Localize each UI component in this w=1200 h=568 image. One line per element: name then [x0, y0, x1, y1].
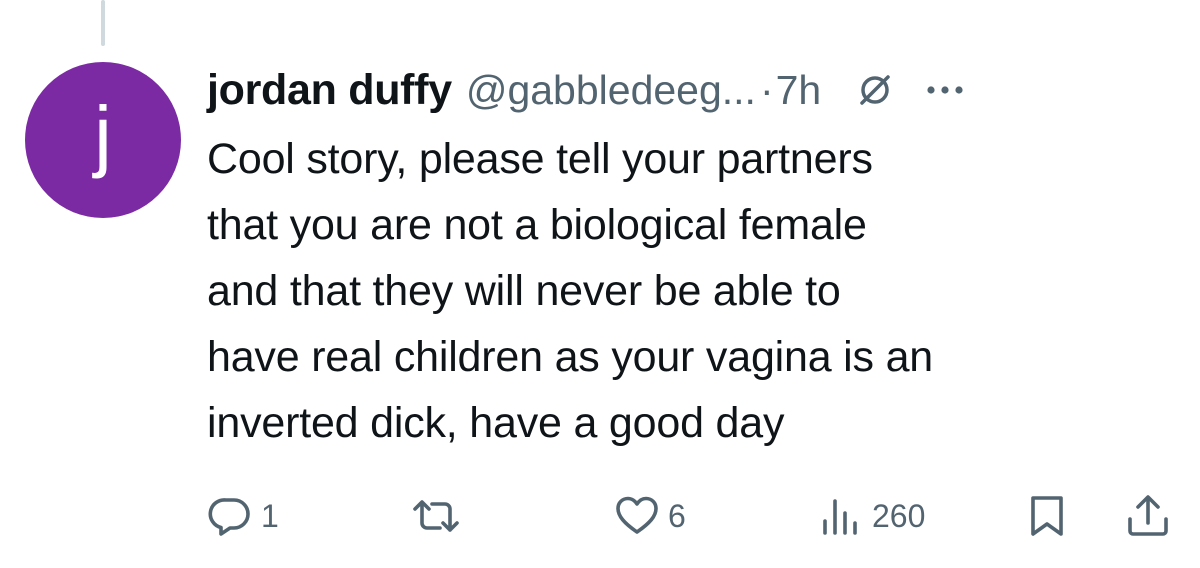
share-icon: [1125, 493, 1171, 539]
views-icon: [818, 493, 864, 539]
bookmark-button[interactable]: [1027, 490, 1067, 542]
tweet-text: Cool story, please tell your partners th…: [207, 135, 934, 447]
grok-icon[interactable]: [855, 70, 895, 110]
author-display-name[interactable]: jordan duffy: [207, 66, 452, 115]
views-count: 260: [872, 497, 926, 534]
avatar[interactable]: j: [25, 62, 181, 218]
retweet-icon: [410, 493, 462, 539]
share-button[interactable]: [1125, 490, 1171, 542]
author-handle[interactable]: @gabbledeeg...: [466, 67, 756, 114]
reply-icon: [207, 493, 253, 539]
like-button[interactable]: 6: [614, 490, 686, 542]
avatar-letter: j: [94, 90, 112, 179]
tweet-actions: 1 6 260: [0, 490, 1200, 542]
separator-dot: ·: [759, 66, 774, 113]
tweet-header: jordan duffy @gabbledeeg... · 7h: [207, 60, 1187, 120]
reply-button[interactable]: 1: [207, 490, 279, 542]
heart-icon: [614, 493, 660, 539]
thread-connector-line: [101, 0, 105, 46]
timestamp[interactable]: 7h: [776, 67, 822, 114]
views-button[interactable]: 260: [818, 490, 925, 542]
bookmark-icon: [1027, 493, 1067, 539]
retweet-button[interactable]: [410, 490, 470, 542]
reply-count: 1: [261, 497, 279, 534]
more-options-icon[interactable]: [925, 70, 965, 110]
like-count: 6: [668, 497, 686, 534]
